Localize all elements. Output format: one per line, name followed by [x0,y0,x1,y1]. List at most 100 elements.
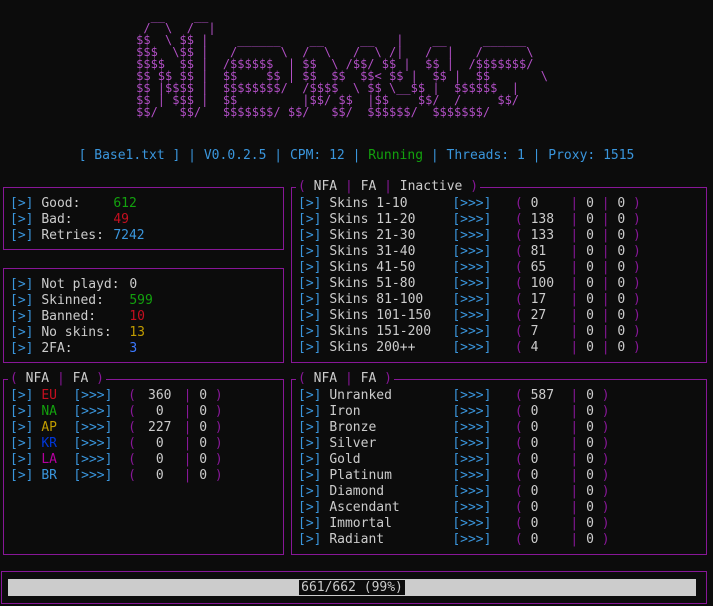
region-box: ( NFA | FA ) [>] EU [>>>] ( 360 | 0 ) [>] … [3,371,284,555]
skins-row: [>] Skins 31-40 [>>>] ( 81 | 0 | 0 ) [298,244,641,259]
arrow-marker: [>] [298,308,322,323]
chevrons: [>>>] [73,436,113,451]
skinned-row: [>] Skinned: 599 [10,293,153,308]
fa-count: 0 [199,388,208,403]
nfa-count: 0 [530,468,539,483]
nfa-count: 587 [530,388,555,403]
chevrons: [>>>] [452,468,492,483]
bad-label: Bad: [41,212,73,227]
region-box-title: ( NFA | FA ) [8,371,106,387]
skins-range-label: Skins 41-50 [329,260,416,275]
fa-count: 0 [586,468,594,483]
fa-header: FA [360,179,377,194]
arrow-marker: [>] [298,340,322,355]
skins-range-label: Skins 21-30 [329,228,416,243]
nfa-count: 0 [530,436,539,451]
fa-count: 0 [586,484,594,499]
fa-count: 0 [586,196,594,211]
region-row: [>] KR [>>>] ( 0 | 0 ) [10,436,223,451]
arrow-marker: [>] [10,452,34,467]
nfa-count: 227 [148,420,172,435]
good-label: Good: [41,196,81,211]
results-box: [>] Good: 612 [>] Bad: 49 [>] Retries: 7242 [3,187,284,250]
retries-row: [>] Retries: 7242 [10,228,145,243]
chevrons: [>>>] [452,260,492,275]
fa-count: 0 [586,404,594,419]
nfa-count: 100 [530,276,555,291]
chevrons: [>>>] [452,500,492,515]
region-row: [>] NA [>>>] ( 0 | 0 ) [10,404,223,419]
arrow-marker: [>] [298,516,322,531]
twofa-count: 3 [129,341,138,356]
rank-row: [>] Unranked [>>>] ( 587 | 0 ) [298,388,610,403]
arrow-marker: [>] [10,436,34,451]
nfa-count: 81 [530,244,547,259]
fa-count: 0 [586,244,594,259]
rank-label: Unranked [329,388,392,403]
rank-label: Radiant [329,532,385,547]
retries-count: 7242 [113,228,145,243]
chevrons: [>>>] [452,244,492,259]
fa-count: 0 [199,468,208,483]
region-label: LA [41,452,57,467]
skins-row: [>] Skins 21-30 [>>>] ( 133 | 0 | 0 ) [298,228,641,243]
fa-count: 0 [586,500,594,515]
nfa-count: 0 [155,468,164,483]
rank-box: ( NFA | FA ) [>] Unranked [>>>] ( 587 | 0… [291,371,707,555]
rank-row: [>] Gold [>>>] ( 0 | 0 ) [298,452,610,467]
chevrons: [>>>] [452,308,492,323]
nfa-count: 7 [530,324,539,339]
rank-label: Iron [329,404,361,419]
region-label: NA [41,404,57,419]
banned-label: Banned: [41,309,97,324]
arrow-marker: [>] [298,532,322,547]
proxy-label: Proxy: [548,148,596,163]
chevrons: [>>>] [73,420,113,435]
ascii-logo-banner: __ __ / \ / | $$ \ $$ | ______ __ __ | _… [100,10,660,118]
proxy-value: 1515 [603,148,635,163]
nfa-count: 0 [530,500,539,515]
skins-range-label: Skins 81-100 [329,292,424,307]
nfa-count: 360 [148,388,172,403]
chevrons: [>>>] [452,388,492,403]
nfa-header: NFA [313,371,338,386]
skins-range-label: Skins 151-200 [329,324,432,339]
progress-bar: 661/662 (99%) [8,579,696,596]
not-played-count: 0 [129,277,138,292]
chevrons: [>>>] [73,388,113,403]
fa-count: 0 [586,532,594,547]
arrow-marker: [>] [298,388,322,403]
skins-row: [>] Skins 11-20 [>>>] ( 138 | 0 | 0 ) [298,212,641,227]
status-line: [ Base1.txt ] | V0.0.2.5 | CPM: 12 | Run… [78,148,635,163]
arrow-marker: [>] [298,324,322,339]
arrow-marker: [>] [298,452,322,467]
good-row: [>] Good: 612 [10,196,137,211]
skinned-count: 599 [129,293,153,308]
good-count: 612 [113,196,137,211]
chevrons: [>>>] [452,404,492,419]
chevrons: [>>>] [452,324,492,339]
skins-box: ( NFA | FA | Inactive ) [>] Skins 1-10 [>… [291,179,707,363]
twofa-label: 2FA: [41,341,73,356]
nfa-count: 0 [530,516,539,531]
chevrons: [>>>] [452,452,492,467]
nfa-count: 0 [155,452,164,467]
fa-count: 0 [199,404,208,419]
skins-range-label: Skins 31-40 [329,244,416,259]
skins-row: [>] Skins 101-150 [>>>] ( 27 | 0 | 0 ) [298,308,641,323]
region-label: BR [41,468,57,483]
version: V0.0.2.5 [203,148,267,163]
no-skins-row: [>] No skins: 13 [10,325,145,340]
banned-row: [>] Banned: 10 [10,309,145,324]
retries-label: Retries: [41,228,104,243]
skinned-label: Skinned: [41,293,104,308]
nfa-count: 17 [530,292,547,307]
chevrons: [>>>] [452,532,492,547]
nfa-count: 65 [530,260,547,275]
fa-count: 0 [586,324,594,339]
nfa-count: 27 [530,308,547,323]
skins-row: [>] Skins 200++ [>>>] ( 4 | 0 | 0 ) [298,340,641,355]
arrow-marker: [>] [10,420,34,435]
rank-row: [>] Iron [>>>] ( 0 | 0 ) [298,404,610,419]
fa-count: 0 [586,388,594,403]
